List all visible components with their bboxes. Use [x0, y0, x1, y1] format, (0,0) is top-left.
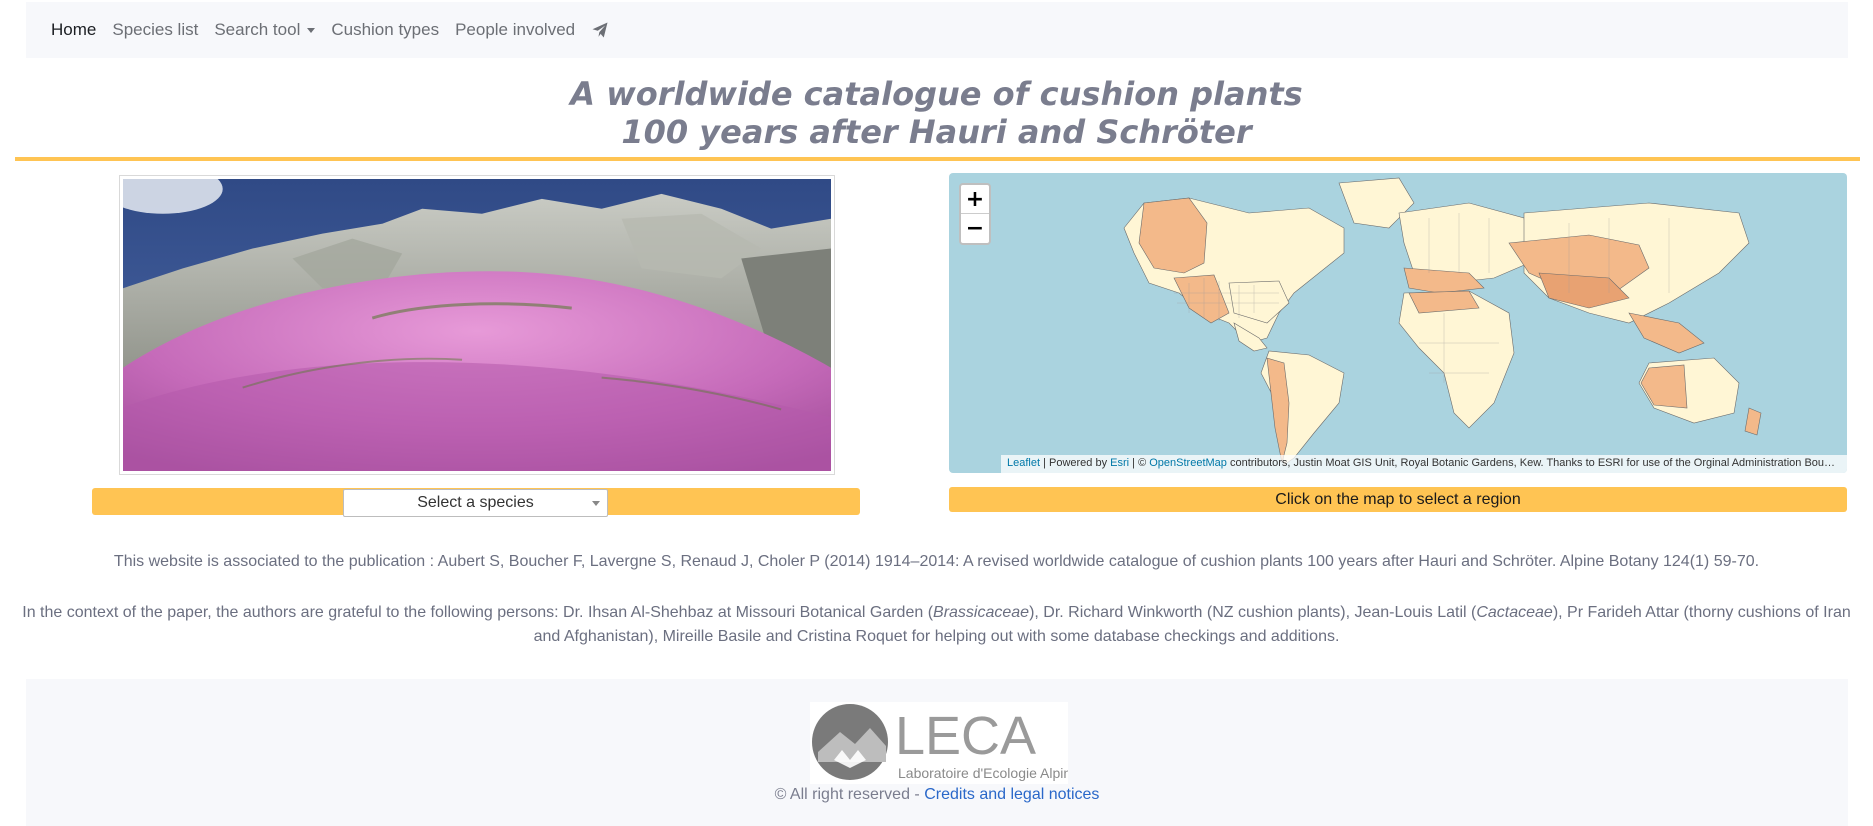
- top-navbar: Home Species list Search tool Cushion ty…: [26, 2, 1848, 58]
- paper-plane-icon: [592, 22, 608, 38]
- cushion-plant-photo: [119, 175, 835, 475]
- map-attribution: Leaflet | Powered by Esri | © OpenStreet…: [1001, 455, 1847, 473]
- region-prompt-bar: Click on the map to select a region: [949, 487, 1847, 512]
- map-region-africa: [1398, 290, 1515, 429]
- nav-home[interactable]: Home: [51, 20, 96, 40]
- nav-search-tool[interactable]: Search tool: [214, 20, 316, 40]
- map-region-west-australia: [1640, 364, 1688, 409]
- nav-contact[interactable]: [591, 21, 609, 39]
- copyright: © All right reserved - Credits and legal…: [26, 786, 1848, 804]
- map-zoom-control: + −: [959, 183, 991, 245]
- acknowledgements-text: In the context of the paper, the authors…: [20, 601, 1853, 649]
- page-title: A worldwide catalogue of cushion plants …: [0, 75, 1873, 151]
- nav-species-list-label: Species list: [112, 20, 199, 39]
- map-region-new-zealand: [1744, 407, 1762, 436]
- nav-search-tool-label: Search tool: [214, 20, 301, 39]
- nav-cushion-types-label: Cushion types: [331, 20, 440, 39]
- attr-rest-text: contributors, Justin Moat GIS Unit, Roya…: [1226, 457, 1847, 469]
- chevron-down-icon: [307, 27, 316, 33]
- svg-text:LECA: LECA: [895, 706, 1036, 766]
- credits-link[interactable]: Credits and legal notices: [924, 786, 1099, 803]
- leca-logo: LECA Laboratoire d'Ecologie Alpine: [810, 702, 1068, 784]
- page-title-line-1: A worldwide catalogue of cushion plants: [570, 75, 1303, 113]
- species-select-label: Select a species: [417, 494, 534, 511]
- copyright-text: © All right reserved -: [774, 786, 925, 803]
- attr-copy-text: | ©: [1129, 457, 1150, 469]
- nav-people-involved[interactable]: People involved: [455, 20, 575, 40]
- leaflet-link[interactable]: Leaflet: [1007, 457, 1040, 469]
- thanks-part-2: ), Dr. Richard Winkworth (NZ cushion pla…: [1029, 604, 1477, 621]
- publication-text: This website is associated to the public…: [113, 553, 1760, 570]
- nav-cushion-types[interactable]: Cushion types: [331, 20, 439, 40]
- page-title-line-2: 100 years after Hauri and Schröter: [621, 113, 1252, 151]
- nav-species-list[interactable]: Species list: [112, 20, 198, 40]
- leca-logo-text: LECA Laboratoire d'Ecologie Alpine: [895, 706, 1068, 781]
- world-map[interactable]: + − Leaflet | Powered by Esri | © OpenSt…: [949, 173, 1847, 473]
- thanks-cactaceae: Cactaceae: [1476, 604, 1553, 621]
- nav-people-involved-label: People involved: [455, 20, 576, 39]
- thanks-part-1: In the context of the paper, the authors…: [22, 604, 934, 621]
- thanks-brassicaceae: Brassicaceae: [933, 604, 1030, 621]
- species-select[interactable]: Select a species: [343, 489, 608, 517]
- nav-home-label: Home: [51, 20, 97, 39]
- zoom-in-button[interactable]: +: [961, 185, 989, 214]
- page-footer: LECA Laboratoire d'Ecologie Alpine © All…: [26, 679, 1848, 826]
- esri-link[interactable]: Esri: [1110, 457, 1129, 469]
- svg-text:Laboratoire d'Ecologie Alpine: Laboratoire d'Ecologie Alpine: [898, 765, 1068, 781]
- map-region-southeast-asia: [1628, 312, 1705, 354]
- cushion-plant-image: [123, 179, 831, 471]
- chevron-down-icon: [592, 501, 600, 506]
- region-prompt-label: Click on the map to select a region: [1275, 490, 1521, 508]
- osm-link[interactable]: OpenStreetMap: [1149, 457, 1227, 469]
- zoom-out-button[interactable]: −: [961, 214, 989, 243]
- world-map-canvas[interactable]: [949, 173, 1847, 473]
- species-select-bar: Select a species: [92, 488, 860, 517]
- title-divider: [15, 157, 1860, 161]
- attr-powered-text: | Powered by: [1040, 457, 1111, 469]
